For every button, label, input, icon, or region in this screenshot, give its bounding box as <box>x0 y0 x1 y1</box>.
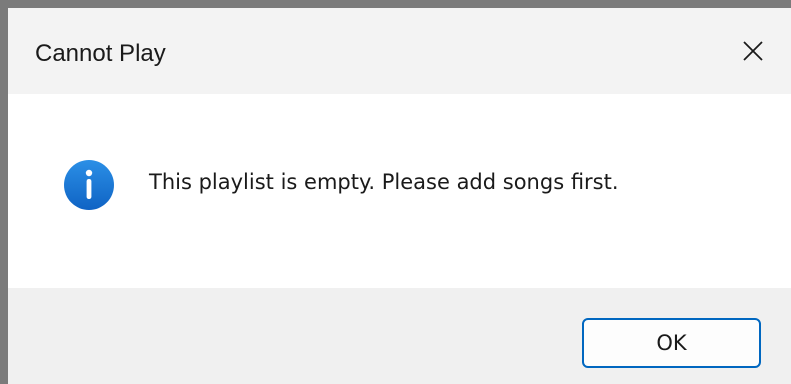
close-icon <box>743 41 763 61</box>
dialog-content: This playlist is empty. Please add songs… <box>8 94 791 288</box>
dialog-footer: OK <box>8 288 791 384</box>
ok-button[interactable]: OK <box>582 318 761 368</box>
title-bar: Cannot Play <box>8 8 791 94</box>
close-button[interactable] <box>715 8 791 94</box>
info-icon <box>64 160 114 210</box>
dialog-message: This playlist is empty. Please add songs… <box>149 170 619 194</box>
message-dialog: Cannot Play This playlist is empty. Plea… <box>0 0 791 384</box>
dialog-title: Cannot Play <box>35 40 166 67</box>
